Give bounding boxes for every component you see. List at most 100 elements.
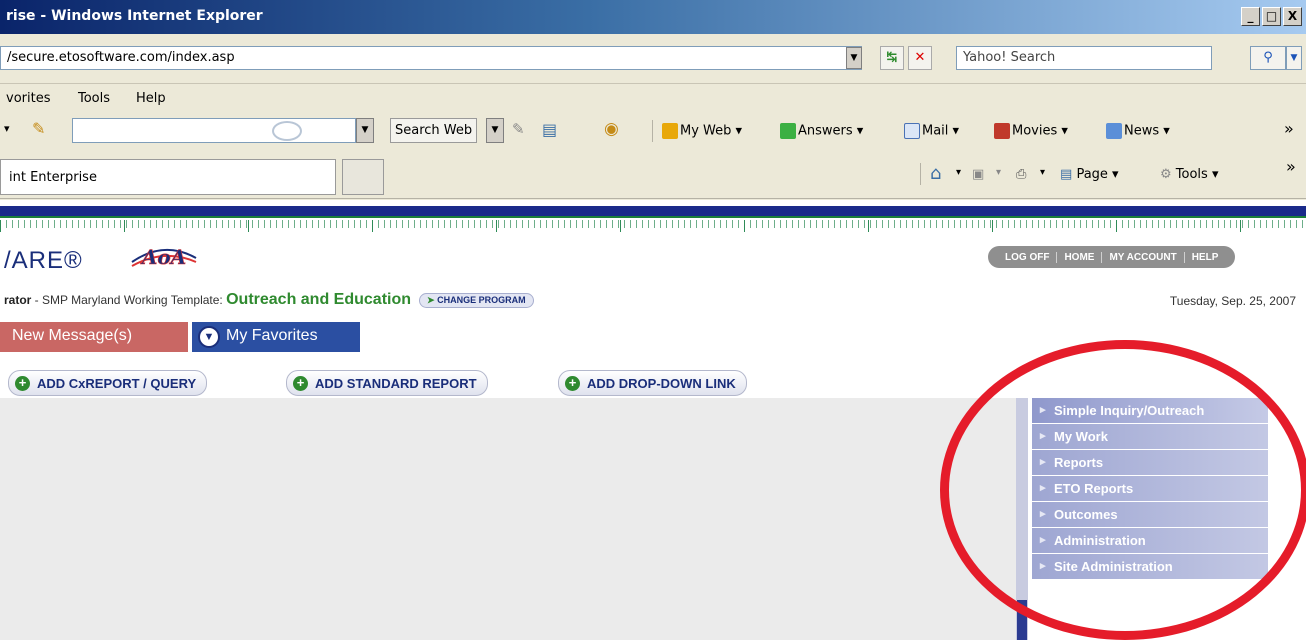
- side-menu-reports[interactable]: Reports: [1032, 450, 1268, 476]
- toolbar-search-dropdown-icon[interactable]: ▼: [356, 118, 374, 143]
- menu-bar: vorites Tools Help: [0, 85, 1306, 113]
- my-web-button[interactable]: My Web ▾: [662, 123, 742, 139]
- add-standard-report-button[interactable]: + ADD STANDARD REPORT: [286, 370, 488, 396]
- program-name: Outreach and Education: [226, 291, 412, 308]
- pencil-icon[interactable]: ✎: [32, 119, 45, 138]
- mail-button[interactable]: Mail ▾: [904, 123, 959, 139]
- aoa-logo: AoA: [131, 245, 197, 269]
- search-web-button[interactable]: Search Web: [390, 118, 478, 143]
- change-program-icon: ➤: [427, 295, 435, 306]
- plus-icon: +: [15, 376, 30, 391]
- answers-icon: [780, 123, 796, 139]
- tab-bar: int Enterprise ⌂ ▾ ▣ ▾ ⎙ ▾ ▤ Page ▾ ⚙ To…: [0, 155, 1306, 199]
- toolbar-more-icon[interactable]: »: [1284, 119, 1294, 138]
- home-link[interactable]: HOME: [1057, 251, 1103, 263]
- menu-favorites[interactable]: vorites: [6, 91, 50, 106]
- home-dropdown-icon[interactable]: ▾: [956, 167, 961, 178]
- plus-icon: +: [293, 376, 308, 391]
- new-messages-tab[interactable]: New Message(s): [0, 322, 188, 352]
- program-line: rator - SMP Maryland Working Template: O…: [4, 291, 534, 309]
- my-favorites-tab[interactable]: ▼ My Favorites: [192, 322, 360, 352]
- gear-icon: ⚙: [1160, 167, 1172, 182]
- movies-label: Movies: [1012, 123, 1058, 139]
- current-date: Tuesday, Sep. 25, 2007: [1169, 294, 1296, 308]
- side-menu-simple-inquiry[interactable]: Simple Inquiry/Outreach: [1032, 398, 1268, 424]
- command-separator: [920, 163, 921, 185]
- title-bar: rise - Windows Internet Explorer _ □ X: [0, 0, 1306, 34]
- toolbar-dropdown-icon[interactable]: ▾: [4, 122, 10, 135]
- toolbar-separator: [652, 120, 653, 142]
- url-input[interactable]: /secure.etosoftware.com/index.asp: [0, 46, 862, 70]
- side-menu-eto-reports[interactable]: ETO Reports: [1032, 476, 1268, 502]
- maximize-button[interactable]: □: [1262, 7, 1281, 26]
- side-menu-administration[interactable]: Administration: [1032, 528, 1268, 554]
- feeds-dropdown-icon[interactable]: ▾: [996, 167, 1001, 178]
- menu-collapse-handle[interactable]: [1017, 600, 1027, 640]
- highlight-icon[interactable]: ✎: [512, 120, 525, 138]
- favorites-content-area: [0, 398, 1016, 640]
- search-icon[interactable]: ⚲: [1250, 46, 1286, 70]
- web-page: /ARE® AoA LOG OFF HOME MY ACCOUNT HELP r…: [0, 200, 1306, 640]
- mail-label: Mail: [922, 123, 949, 139]
- answers-button[interactable]: Answers ▾: [780, 123, 863, 139]
- page-label: Page: [1076, 167, 1108, 182]
- command-more-icon[interactable]: »: [1286, 157, 1296, 176]
- new-tab-button[interactable]: [342, 159, 384, 195]
- feeds-icon[interactable]: ▣: [972, 167, 984, 182]
- search-web-dropdown-icon[interactable]: ▼: [486, 118, 504, 143]
- side-menu: Simple Inquiry/Outreach My Work Reports …: [1032, 398, 1268, 580]
- print-icon[interactable]: ⎙: [1016, 167, 1026, 182]
- page-icon: ▤: [1060, 167, 1073, 182]
- address-bar: /secure.etosoftware.com/index.asp ▼ ↹ ✕ …: [0, 34, 1306, 84]
- menu-help[interactable]: Help: [136, 91, 166, 106]
- print-dropdown-icon[interactable]: ▾: [1040, 167, 1045, 178]
- url-dropdown-icon[interactable]: ▼: [846, 47, 862, 69]
- answers-label: Answers: [798, 123, 853, 139]
- eto-logo: /ARE®: [4, 247, 83, 274]
- log-off-link[interactable]: LOG OFF: [998, 251, 1058, 263]
- my-web-label: My Web: [680, 123, 732, 139]
- my-web-icon: [662, 123, 678, 139]
- layout-icon[interactable]: ▤: [542, 120, 557, 139]
- side-menu-site-administration[interactable]: Site Administration: [1032, 554, 1268, 580]
- add-cxreport-button[interactable]: + ADD CxREPORT / QUERY: [8, 370, 208, 396]
- page-menu[interactable]: ▤ Page ▾: [1060, 167, 1119, 182]
- my-favorites-label: My Favorites: [226, 327, 318, 344]
- search-options-icon[interactable]: ▼: [1286, 46, 1302, 70]
- movies-button[interactable]: Movies ▾: [994, 123, 1068, 139]
- close-button[interactable]: X: [1283, 7, 1302, 26]
- globe-icon[interactable]: ◉: [604, 119, 619, 139]
- add-dropdown-link-button[interactable]: + ADD DROP-DOWN LINK: [558, 370, 747, 396]
- my-account-link[interactable]: MY ACCOUNT: [1102, 251, 1185, 263]
- add-dropdown-link-label: ADD DROP-DOWN LINK: [587, 376, 736, 391]
- change-program-button[interactable]: ➤ CHANGE PROGRAM: [419, 293, 534, 309]
- stop-icon[interactable]: ✕: [908, 46, 932, 70]
- mail-icon: [904, 123, 920, 139]
- ie-window: rise - Windows Internet Explorer _ □ X /…: [0, 0, 1306, 640]
- refresh-icon[interactable]: ↹: [880, 46, 904, 70]
- news-icon: [1106, 123, 1122, 139]
- help-link[interactable]: HELP: [1185, 252, 1226, 263]
- news-button[interactable]: News ▾: [1106, 123, 1170, 139]
- add-cxreport-label: ADD CxREPORT / QUERY: [37, 376, 197, 391]
- aoa-logo-text: AoA: [140, 245, 186, 269]
- header-ruler-major: [0, 220, 1306, 232]
- menu-tools[interactable]: Tools: [78, 91, 110, 106]
- window-title: rise - Windows Internet Explorer: [6, 8, 263, 24]
- side-menu-my-work[interactable]: My Work: [1032, 424, 1268, 450]
- yahoo-toolbar: ▾ ✎ ▼ Search Web ▼ ✎ ▤ ◉ My Web ▾ Answer…: [0, 113, 1306, 149]
- toolbar-search-input[interactable]: [72, 118, 356, 143]
- tab-active[interactable]: int Enterprise: [0, 159, 336, 195]
- chevron-down-icon: ▼: [198, 326, 220, 348]
- tools-menu[interactable]: ⚙ Tools ▾: [1160, 167, 1219, 182]
- plus-icon: +: [565, 376, 580, 391]
- tools-label: Tools: [1175, 167, 1208, 182]
- magnifier-icon: [272, 121, 302, 141]
- add-standard-report-label: ADD STANDARD REPORT: [315, 376, 477, 391]
- change-program-label: CHANGE PROGRAM: [437, 295, 526, 306]
- home-icon[interactable]: ⌂: [930, 163, 941, 184]
- minimize-button[interactable]: _: [1241, 7, 1260, 26]
- search-input[interactable]: Yahoo! Search: [956, 46, 1212, 70]
- user-role: rator: [4, 293, 32, 307]
- side-menu-outcomes[interactable]: Outcomes: [1032, 502, 1268, 528]
